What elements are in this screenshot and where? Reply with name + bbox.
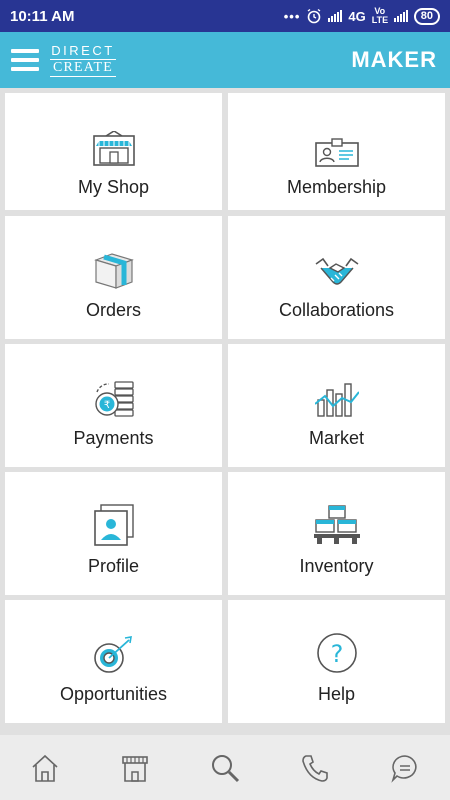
- nav-store-button[interactable]: [110, 743, 160, 793]
- tile-label: Opportunities: [59, 684, 168, 704]
- role-label: MAKER: [351, 47, 437, 72]
- home-icon: [32, 754, 58, 782]
- tile-inventory[interactable]: Inventory: [228, 472, 445, 595]
- hamburger-menu-button[interactable]: [0, 32, 50, 88]
- tile-membership[interactable]: Membership: [228, 93, 445, 210]
- tile-label: My Shop: [77, 177, 150, 197]
- tile-market[interactable]: Market: [228, 344, 445, 467]
- logo-line1: DIRECT: [50, 43, 116, 60]
- tile-label: Inventory: [299, 556, 374, 576]
- status-icons: ••• 4G Vo LTE 80: [284, 7, 440, 25]
- bottom-nav: [0, 735, 450, 800]
- tile-label: Membership: [286, 177, 387, 197]
- tile-orders[interactable]: Orders: [5, 216, 222, 339]
- nav-search-button[interactable]: [200, 743, 250, 793]
- tile-label: Collaborations: [278, 300, 395, 320]
- shop-icon: [92, 123, 136, 167]
- tile-payments[interactable]: ₹ Payments: [5, 344, 222, 467]
- battery-indicator: 80: [413, 7, 440, 25]
- phone-icon: [302, 754, 328, 782]
- inventory-icon: [313, 500, 360, 546]
- app-logo: DIRECT CREATE: [50, 43, 116, 77]
- status-time: 10:11 AM: [10, 7, 75, 25]
- search-icon: [212, 754, 240, 782]
- nav-phone-button[interactable]: [290, 743, 340, 793]
- bar-chart-icon: [314, 374, 359, 418]
- volte-indicator: Vo LTE: [371, 6, 389, 25]
- tile-opportunities[interactable]: Opportunities: [5, 600, 222, 723]
- chat-icon: [391, 754, 417, 783]
- coins-icon: ₹: [93, 374, 135, 418]
- app-bar: DIRECT CREATE MAKER: [0, 32, 450, 88]
- signal-2-icon: [393, 10, 408, 22]
- tile-label: Help: [317, 684, 356, 704]
- notification-dots-icon: •••: [283, 8, 301, 24]
- store-icon: [122, 755, 148, 782]
- handshake-icon: [314, 246, 360, 290]
- profile-icon: [93, 500, 135, 546]
- nav-chat-button[interactable]: [380, 743, 430, 793]
- tile-label: Orders: [85, 300, 141, 320]
- status-bar: 10:11 AM ••• 4G Vo LTE 80: [0, 0, 450, 32]
- tile-label: Market: [308, 428, 364, 448]
- svg-text:?: ?: [330, 640, 343, 668]
- box-icon: [92, 246, 136, 290]
- tile-label: Profile: [87, 556, 140, 576]
- signal-icon: [328, 10, 343, 22]
- id-card-icon: [314, 123, 359, 167]
- tile-my-shop[interactable]: My Shop: [5, 93, 222, 210]
- tile-label: Payments: [73, 428, 154, 448]
- network-type: 4G: [348, 8, 366, 24]
- alarm-icon: [307, 8, 321, 24]
- help-icon: ?: [316, 628, 358, 674]
- tile-help[interactable]: ? Help: [228, 600, 445, 723]
- svg-text:₹: ₹: [103, 400, 109, 411]
- target-icon: [93, 630, 135, 674]
- nav-home-button[interactable]: [20, 743, 70, 793]
- tile-profile[interactable]: Profile: [5, 472, 222, 595]
- tile-collaborations[interactable]: Collaborations: [228, 216, 445, 339]
- logo-line2: CREATE: [50, 60, 116, 77]
